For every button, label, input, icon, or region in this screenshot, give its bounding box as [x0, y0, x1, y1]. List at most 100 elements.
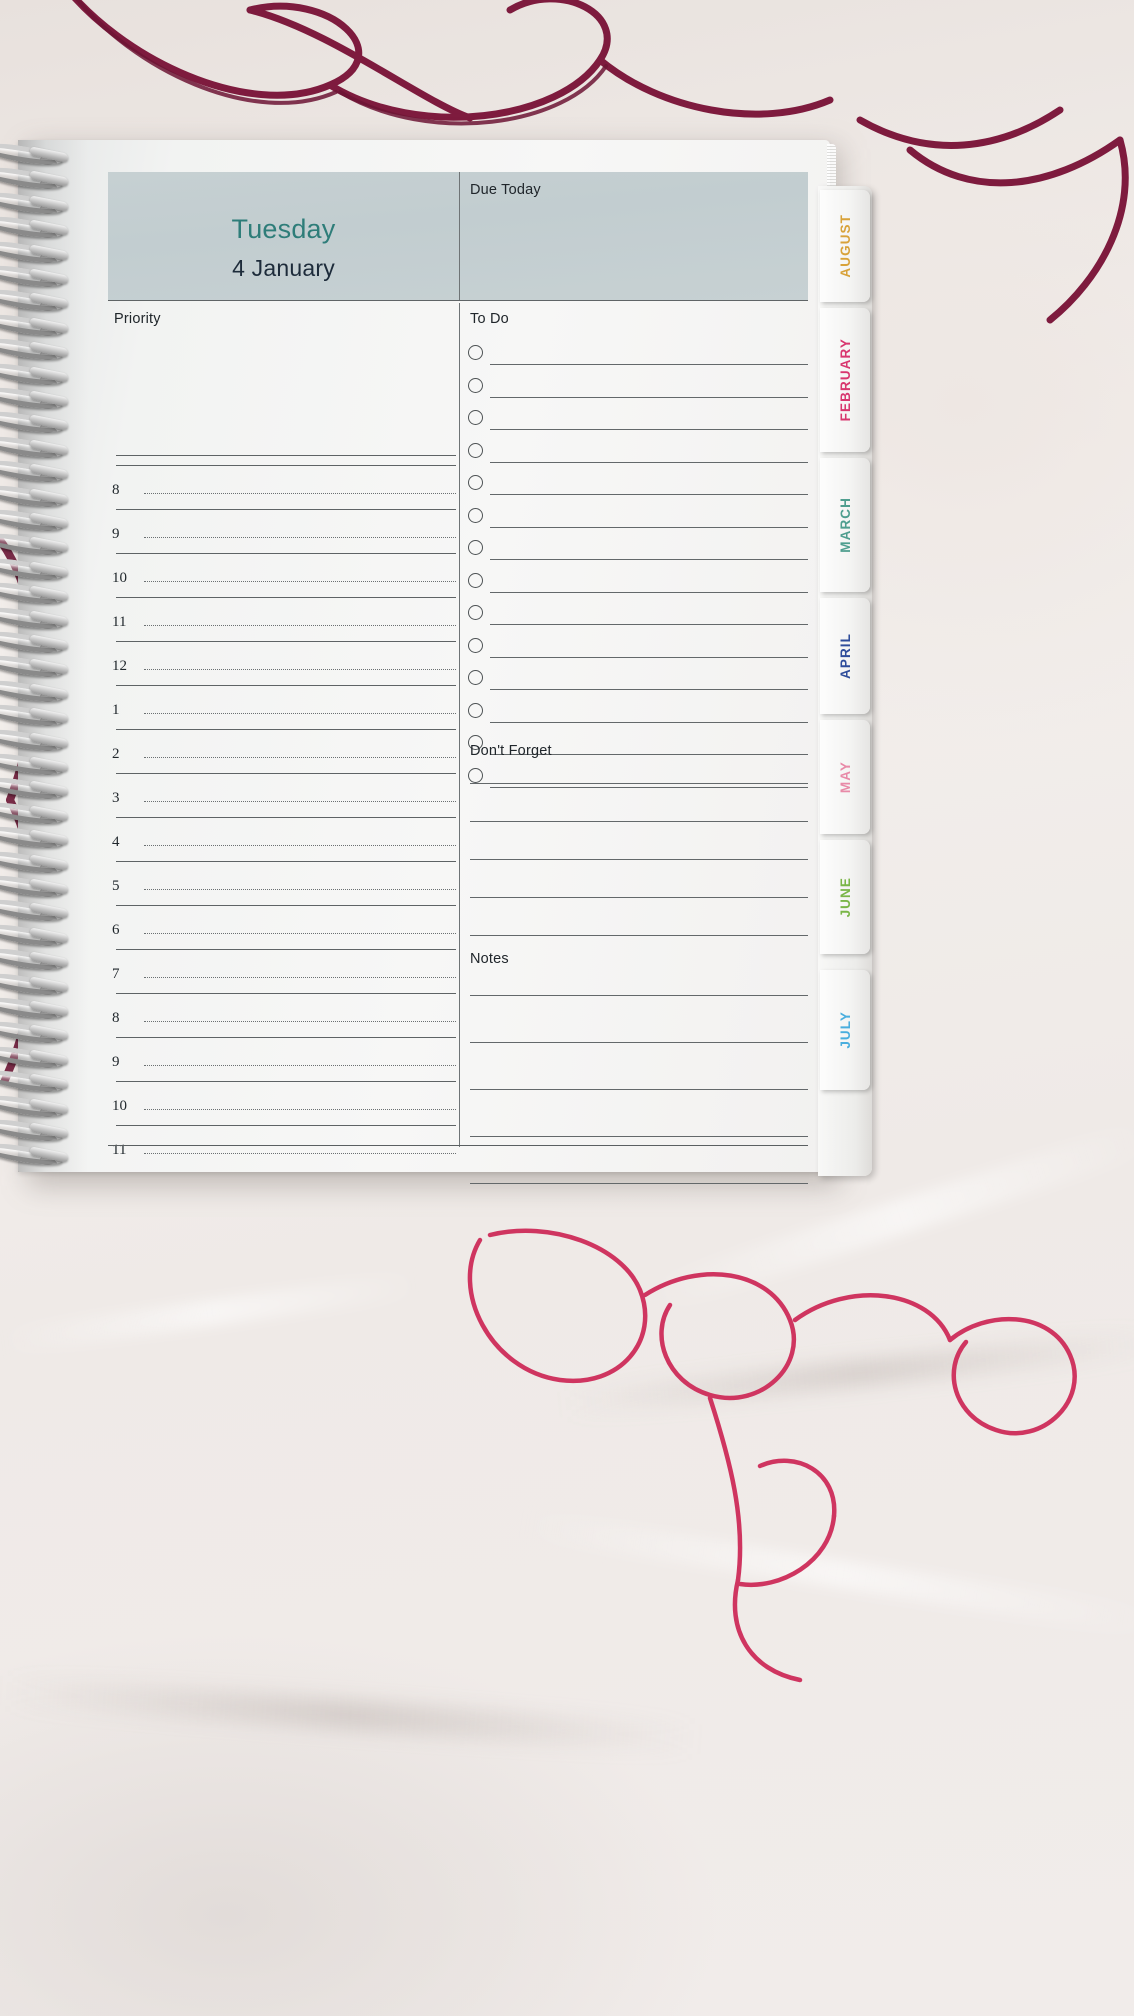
schedule-hour-label: 3 [112, 790, 120, 806]
month-tab-august[interactable]: AUGUST [820, 190, 870, 302]
checkbox-circle-icon[interactable] [468, 442, 483, 458]
todo-row[interactable] [460, 439, 808, 472]
month-tab-june[interactable]: JUNE [820, 840, 870, 954]
notes-write-line[interactable] [470, 995, 808, 996]
month-tab-may[interactable]: MAY [820, 720, 870, 834]
checkbox-circle-icon[interactable] [468, 572, 483, 588]
schedule-row[interactable]: 12 [108, 641, 456, 685]
todo-write-line [490, 591, 808, 593]
due-today-label: Due Today [470, 182, 541, 198]
schedule-row[interactable]: 5 [108, 861, 456, 905]
spiral-coil [0, 334, 70, 364]
notes-write-line[interactable] [470, 1042, 808, 1043]
todo-row[interactable] [460, 504, 808, 537]
schedule-row[interactable]: 10 [108, 1081, 456, 1125]
todo-write-line [490, 494, 808, 495]
priority-write-area[interactable] [116, 333, 456, 455]
checkbox-circle-icon[interactable] [468, 637, 483, 653]
schedule-row-rule [116, 641, 456, 642]
todo-row[interactable] [460, 699, 808, 732]
month-tab-february[interactable]: FEBRUARY [820, 308, 870, 452]
schedule-half-hour-rule [144, 581, 456, 582]
checkbox-circle-icon[interactable] [468, 670, 483, 685]
schedule-half-hour-rule [144, 1021, 456, 1022]
schedule-row[interactable]: 9 [108, 509, 456, 553]
checkbox-circle-icon[interactable] [468, 507, 483, 523]
todo-write-line [490, 721, 808, 723]
schedule-row-rule [116, 817, 456, 818]
month-tab-april[interactable]: APRIL [820, 598, 870, 714]
spiral-coil [0, 627, 70, 657]
spiral-coil [0, 408, 70, 437]
checkbox-circle-icon[interactable] [468, 540, 483, 555]
weekday-title: Tuesday [231, 214, 336, 245]
todo-row[interactable] [460, 764, 808, 797]
todo-row[interactable] [460, 601, 808, 634]
schedule-row[interactable]: 11 [108, 597, 456, 641]
schedule-row[interactable]: 4 [108, 817, 456, 861]
todo-write-line [490, 429, 808, 430]
schedule-row[interactable]: 6 [108, 905, 456, 949]
checkbox-circle-icon[interactable] [468, 377, 483, 393]
month-tab-july[interactable]: JULY [820, 970, 870, 1090]
notes-write-line[interactable] [470, 1183, 808, 1184]
todo-write-line [490, 689, 808, 690]
schedule-hour-label: 9 [112, 526, 120, 542]
todo-row[interactable] [460, 569, 808, 602]
spiral-coil [0, 456, 70, 486]
spiral-coil [0, 310, 70, 340]
checkbox-circle-icon[interactable] [468, 475, 483, 490]
todo-row[interactable] [460, 374, 808, 407]
spiral-coil [0, 871, 70, 901]
date-subtitle: 4 January [232, 254, 335, 281]
spiral-coil [0, 286, 70, 315]
schedule-row[interactable]: 3 [108, 773, 456, 817]
schedule-row[interactable]: 8 [108, 993, 456, 1037]
spiral-coil [0, 896, 70, 925]
checkbox-circle-icon[interactable] [468, 605, 483, 620]
todo-row[interactable] [460, 406, 808, 439]
schedule-row[interactable]: 9 [108, 1037, 456, 1081]
spiral-coil [0, 920, 70, 950]
schedule-row-rule [116, 685, 456, 686]
schedule-half-hour-rule [144, 757, 456, 758]
notes-write-line[interactable] [470, 1136, 808, 1137]
schedule-row[interactable]: 1 [108, 685, 456, 729]
schedule-row[interactable]: 7 [108, 949, 456, 993]
todo-row[interactable] [460, 666, 808, 699]
schedule-half-hour-rule [144, 977, 456, 978]
left-column: Priority 8 9 10 11 12 1 2 3 4 5 6 7 8 9 10 11 [108, 303, 460, 1158]
todo-row[interactable] [460, 536, 808, 569]
notes-write-line[interactable] [470, 1089, 808, 1090]
month-tab-march[interactable]: MARCH [820, 458, 870, 592]
todo-row[interactable] [460, 341, 808, 374]
schedule-row[interactable]: 2 [108, 729, 456, 773]
schedule-row[interactable]: 8 [108, 465, 456, 509]
spiral-coil [0, 1140, 70, 1169]
dont-forget-write-line[interactable] [470, 783, 808, 784]
todo-row[interactable] [460, 634, 808, 667]
schedule-row[interactable]: 11 [108, 1125, 456, 1169]
checkbox-circle-icon[interactable] [468, 702, 483, 718]
dont-forget-write-line[interactable] [470, 821, 808, 822]
dont-forget-write-line[interactable] [470, 897, 808, 898]
month-tab-label: JULY [837, 1011, 853, 1049]
schedule-row-rule [116, 553, 456, 554]
checkbox-circle-icon[interactable] [468, 767, 483, 783]
todo-write-line [490, 461, 808, 463]
dont-forget-write-line[interactable] [470, 935, 808, 936]
checkbox-circle-icon[interactable] [468, 410, 483, 425]
dont-forget-write-line[interactable] [470, 859, 808, 860]
date-header: Tuesday 4 January [108, 172, 460, 300]
notes-label: Notes [470, 951, 509, 967]
due-today-box[interactable]: Due Today [460, 172, 808, 300]
planner-page: Tuesday 4 January Due Today Priority 8 9… [18, 140, 836, 1184]
todo-row[interactable] [460, 471, 808, 504]
schedule-row[interactable]: 10 [108, 553, 456, 597]
spiral-coil [0, 139, 70, 169]
schedule-row-rule [116, 949, 456, 950]
spiral-coil [0, 725, 70, 754]
checkbox-circle-icon[interactable] [468, 345, 483, 360]
spiral-coil [0, 212, 70, 242]
schedule-row-rule [116, 729, 456, 730]
